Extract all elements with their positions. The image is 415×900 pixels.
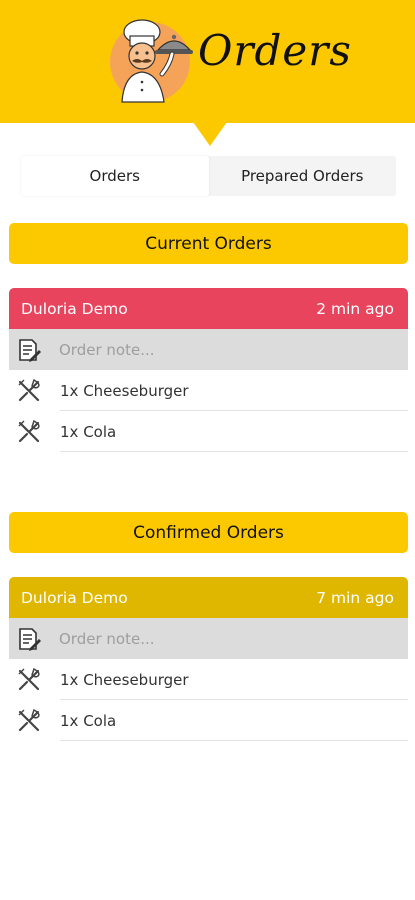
section-title: Current Orders bbox=[145, 233, 272, 254]
confirmed-orders-banner: Confirmed Orders bbox=[9, 512, 408, 553]
order-note-field[interactable]: Order note... bbox=[9, 618, 408, 659]
order-item-label: 1x Cola bbox=[60, 422, 117, 441]
tab-prepared-orders[interactable]: Prepared Orders bbox=[209, 156, 397, 196]
header-pointer bbox=[193, 122, 227, 146]
current-order-card[interactable]: Duloria Demo 2 min ago Order note... 1x … bbox=[9, 288, 408, 452]
order-note-placeholder: Order note... bbox=[59, 340, 155, 359]
fork-knife-icon bbox=[9, 700, 49, 741]
page-title: Orders bbox=[198, 26, 352, 75]
fork-knife-icon bbox=[9, 659, 49, 700]
chef-logo bbox=[110, 19, 193, 103]
order-item: 1x Cola bbox=[9, 700, 408, 741]
note-pencil-icon bbox=[9, 329, 49, 370]
fork-knife-icon bbox=[9, 411, 49, 452]
order-note-field[interactable]: Order note... bbox=[9, 329, 408, 370]
order-item: 1x Cheeseburger bbox=[9, 370, 408, 411]
order-header[interactable]: Duloria Demo 2 min ago bbox=[9, 288, 408, 329]
order-item: 1x Cola bbox=[9, 411, 408, 452]
order-time: 7 min ago bbox=[316, 588, 394, 607]
order-customer: Duloria Demo bbox=[21, 299, 128, 318]
tab-bar: Orders Prepared Orders bbox=[21, 156, 396, 196]
order-note-placeholder: Order note... bbox=[59, 629, 155, 648]
section-title: Confirmed Orders bbox=[133, 522, 284, 543]
order-item-label: 1x Cheeseburger bbox=[60, 381, 189, 400]
current-orders-banner: Current Orders bbox=[9, 223, 408, 264]
confirmed-order-card[interactable]: Duloria Demo 7 min ago Order note... 1x … bbox=[9, 577, 408, 741]
order-header[interactable]: Duloria Demo 7 min ago bbox=[9, 577, 408, 618]
order-item: 1x Cheeseburger bbox=[9, 659, 408, 700]
tab-orders[interactable]: Orders bbox=[21, 156, 209, 196]
order-item-label: 1x Cola bbox=[60, 711, 117, 730]
order-item-label: 1x Cheeseburger bbox=[60, 670, 189, 689]
header-bar: Orders bbox=[0, 0, 415, 123]
fork-knife-icon bbox=[9, 370, 49, 411]
note-pencil-icon bbox=[9, 618, 49, 659]
order-time: 2 min ago bbox=[316, 299, 394, 318]
order-customer: Duloria Demo bbox=[21, 588, 128, 607]
